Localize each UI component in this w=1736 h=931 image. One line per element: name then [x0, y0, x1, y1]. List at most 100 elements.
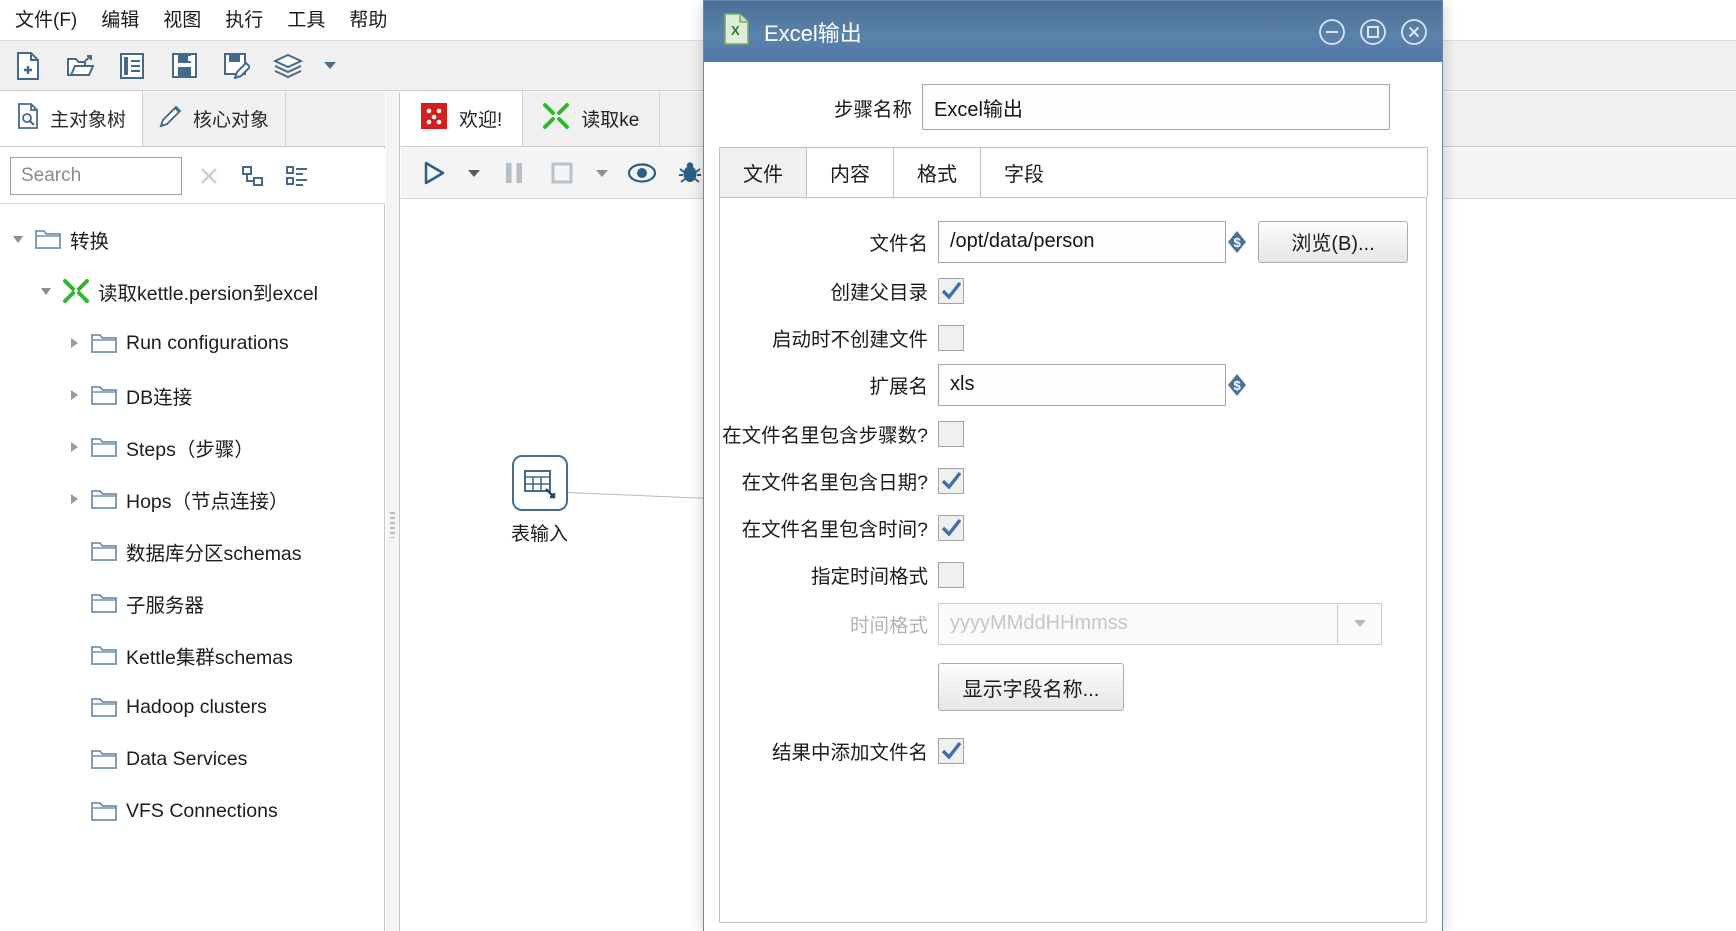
dialog-title-bar[interactable]: X Excel输出 — [704, 1, 1442, 62]
chevron-down-icon[interactable] — [38, 283, 54, 299]
tab-core-objects[interactable]: 核心对象 — [143, 91, 287, 146]
run-icon[interactable] — [415, 154, 453, 192]
tree-item[interactable]: 子服务器 — [0, 577, 383, 629]
date-format-input[interactable]: yyyyMMddHHmmss — [938, 602, 1338, 645]
tree-item[interactable]: Data Services — [0, 733, 383, 785]
chevron-right-icon[interactable] — [66, 439, 82, 455]
expand-all-icon[interactable] — [280, 159, 314, 193]
step-name-input[interactable]: Excel输出 — [922, 84, 1390, 130]
include-time-checkbox[interactable] — [938, 514, 964, 541]
tab-transformation[interactable]: 读取ke — [523, 91, 661, 146]
collapse-all-icon[interactable] — [236, 159, 270, 193]
chevron-right-icon[interactable] — [66, 335, 82, 351]
no-create-at-start-checkbox[interactable] — [938, 324, 964, 351]
folder-icon — [91, 748, 117, 770]
clear-x-icon[interactable] — [192, 159, 226, 193]
chevron-down-icon[interactable] — [1338, 602, 1382, 645]
chevron-down-icon[interactable] — [320, 47, 340, 85]
tree-item[interactable]: 读取kettle.persion到excel — [0, 265, 383, 317]
folder-icon — [91, 488, 117, 510]
menu-tools[interactable]: 工具 — [276, 8, 336, 33]
transformation-icon — [63, 279, 89, 303]
menu-run[interactable]: 执行 — [214, 8, 274, 33]
tree-item[interactable]: 转换 — [0, 213, 383, 265]
menu-file[interactable]: 文件(F) — [4, 8, 88, 33]
step-name-label: 步骤名称 — [833, 98, 912, 121]
variable-dollar-icon[interactable]: $ — [1226, 230, 1248, 254]
dialog-tab-content[interactable]: 内容 — [806, 147, 894, 197]
stop-icon[interactable] — [543, 154, 581, 192]
dialog-tab-file[interactable]: 文件 — [719, 147, 807, 197]
tree-item[interactable]: Kettle集群schemas — [0, 629, 383, 681]
svg-text:$: $ — [1234, 235, 1242, 250]
tree-item[interactable]: Hadoop clusters — [0, 681, 383, 733]
new-file-icon[interactable] — [8, 46, 48, 86]
folder-icon — [91, 696, 117, 718]
add-filename-to-result-row: 结果中添加文件名 — [720, 729, 1426, 772]
specify-date-format-checkbox[interactable] — [938, 561, 964, 588]
extension-label: 扩展名 — [869, 376, 928, 398]
dialog-tab-fields[interactable]: 字段 — [980, 147, 1068, 197]
welcome-icon — [421, 102, 447, 135]
step-name-row: 步骤名称 Excel输出 — [704, 84, 1442, 130]
step-label: 表输入 — [511, 524, 569, 545]
left-panel-tabs: 主对象树 核心对象 — [0, 91, 385, 147]
menu-edit[interactable]: 编辑 — [90, 8, 150, 33]
splitter-grip[interactable] — [390, 511, 395, 538]
panel-splitter[interactable] — [386, 92, 400, 931]
dialog-tab-format[interactable]: 格式 — [893, 147, 981, 197]
minimize-button[interactable] — [1316, 16, 1348, 48]
tab-main-object-tree[interactable]: 主对象树 — [0, 91, 144, 146]
close-button[interactable] — [1398, 16, 1430, 48]
chevron-down-icon[interactable] — [10, 231, 26, 247]
object-tree[interactable]: 转换读取kettle.persion到excel Run configuratio… — [0, 205, 383, 931]
filename-input[interactable]: /opt/data/person — [938, 220, 1226, 263]
variable-dollar-icon[interactable]: $ — [1226, 373, 1248, 397]
save-icon[interactable] — [164, 46, 204, 86]
specify-date-format-label: 指定时间格式 — [810, 566, 928, 588]
tree-item-label: 读取kettle.persion到excel — [98, 282, 319, 305]
include-stepnr-row: 在文件名里包含步骤数? — [720, 412, 1426, 455]
chevron-right-icon[interactable] — [66, 491, 82, 507]
pause-icon[interactable] — [495, 154, 533, 192]
open-folder-icon[interactable] — [60, 46, 100, 86]
tree-item-label: Hadoop clusters — [126, 695, 267, 718]
specify-date-format-row: 指定时间格式 — [720, 553, 1426, 596]
create-parent-dir-checkbox[interactable] — [938, 277, 964, 304]
tree-item[interactable]: Run configurations — [0, 317, 383, 369]
stop-options-caret-icon[interactable] — [591, 154, 613, 192]
layers-icon[interactable] — [268, 46, 308, 86]
tree-item[interactable]: 数据库分区schemas — [0, 525, 383, 577]
excel-output-dialog: X Excel输出 步骤名称 Excel输出 文件 内容 格式 字段 文件名 /… — [703, 0, 1443, 931]
run-options-caret-icon[interactable] — [463, 154, 485, 192]
chevron-right-icon[interactable] — [66, 387, 82, 403]
search-row: Search — [0, 148, 385, 204]
search-input[interactable]: Search — [10, 156, 182, 195]
include-date-checkbox[interactable] — [938, 467, 964, 494]
tree-item[interactable]: DB连接 — [0, 369, 383, 421]
explore-repository-icon[interactable] — [112, 46, 152, 86]
tree-item[interactable]: VFS Connections — [0, 785, 383, 837]
browse-button[interactable]: 浏览(B)... — [1258, 220, 1408, 263]
tab-welcome[interactable]: 欢迎! — [401, 91, 524, 146]
save-as-icon[interactable] — [216, 46, 256, 86]
show-field-names-button[interactable]: 显示字段名称... — [938, 663, 1124, 711]
tree-item[interactable]: Steps（步骤） — [0, 421, 383, 473]
folder-icon — [91, 644, 117, 666]
create-parent-dir-row: 创建父目录 — [720, 269, 1426, 312]
dialog-title: Excel输出 — [764, 20, 862, 46]
maximize-button[interactable] — [1357, 16, 1389, 48]
tree-item-label: DB连接 — [126, 386, 193, 409]
add-filename-to-result-checkbox[interactable] — [938, 737, 964, 764]
extension-input[interactable]: xls — [938, 363, 1226, 406]
step-node-table-input[interactable]: 表输入 — [511, 455, 568, 546]
preview-icon[interactable] — [623, 154, 661, 192]
folder-icon — [91, 800, 117, 822]
menu-view[interactable]: 视图 — [152, 8, 212, 33]
tree-item[interactable]: Hops（节点连接） — [0, 473, 383, 525]
include-stepnr-checkbox[interactable] — [938, 420, 964, 447]
tree-item-label: VFS Connections — [126, 799, 278, 822]
menu-help[interactable]: 帮助 — [338, 8, 398, 33]
